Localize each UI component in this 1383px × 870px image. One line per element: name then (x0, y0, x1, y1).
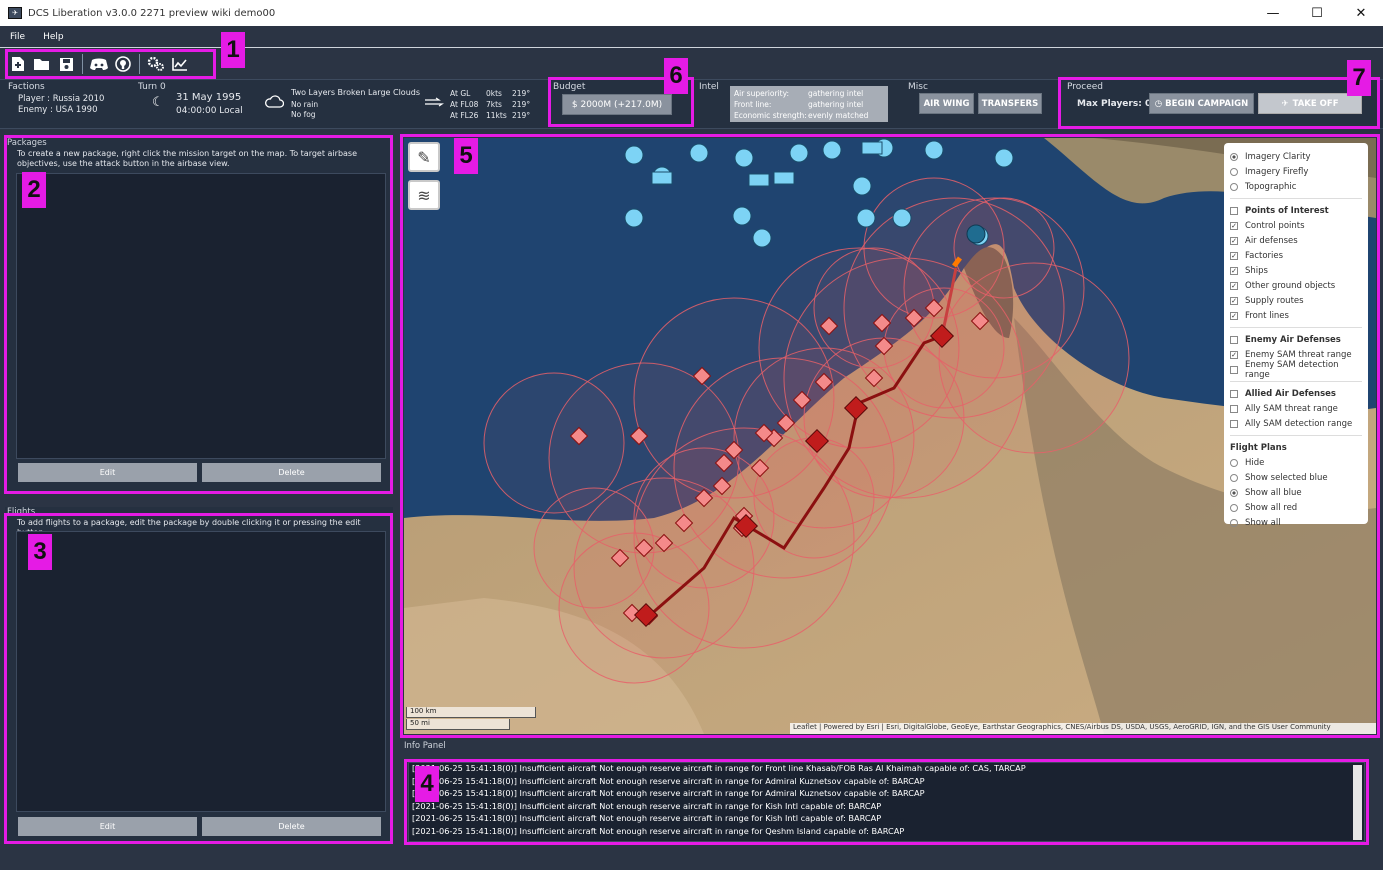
window-controls: — ☐ ✕ (1251, 0, 1383, 26)
moon-icon: ☾ (152, 95, 164, 110)
title-bar: ✈ DCS Liberation v3.0.0 2271 preview wik… (0, 0, 1383, 26)
wind-row: At GL 0kts 219° (450, 89, 531, 98)
annotation-box-7 (1058, 77, 1380, 129)
annotation-number-5: 5 (454, 138, 478, 174)
enemy-faction: Enemy : USA 1990 (18, 105, 98, 115)
weather-rain: No rain (291, 100, 319, 109)
annotation-number-7: 7 (1347, 60, 1371, 96)
info-panel-title: Info Panel (404, 741, 446, 751)
annotation-box-2 (4, 135, 393, 494)
annotation-number-2: 2 (22, 172, 46, 208)
maximize-icon[interactable]: ☐ (1295, 0, 1339, 26)
annotation-box-1 (5, 49, 216, 79)
turn-title: Turn 0 (138, 82, 166, 92)
wind-icon (424, 97, 444, 110)
annotation-number-6: 6 (664, 58, 688, 94)
intel-row: Front line: gathering intel (734, 100, 864, 109)
menu-help[interactable]: Help (43, 32, 64, 42)
annotation-number-4: 4 (415, 766, 439, 802)
menu-bar: File Help (0, 26, 1383, 48)
misc-title: Misc (908, 82, 928, 92)
wind-row: At FL08 7kts 219° (450, 100, 531, 109)
minimize-icon[interactable]: — (1251, 0, 1295, 26)
weather-clouds: Two Layers Broken Large Clouds (291, 88, 421, 97)
menu-file[interactable]: File (10, 32, 25, 42)
turn-date: 31 May 1995 (176, 92, 242, 103)
transfers-button[interactable]: TRANSFERS (978, 93, 1042, 114)
cloud-icon (264, 95, 285, 111)
intel-row: Air superiority: gathering intel (734, 89, 864, 98)
intel-title: Intel (699, 82, 719, 92)
player-faction: Player : Russia 2010 (18, 94, 105, 104)
factions-title: Factions (8, 82, 45, 92)
annotation-box-3 (4, 513, 393, 844)
annotation-box-4 (404, 759, 1369, 845)
weather-fog: No fog (291, 110, 316, 119)
turn-time: 04:00:00 Local (176, 106, 243, 116)
app-icon: ✈ (8, 7, 22, 19)
wind-table: At GL 0kts 219° At FL08 7kts 219° At FL26 11k… (450, 88, 530, 121)
annotation-number-1: 1 (221, 32, 245, 68)
window-title: DCS Liberation v3.0.0 2271 preview wiki … (28, 7, 276, 19)
intel-row: Economic strength: evenly matched (734, 111, 869, 120)
air-wing-button[interactable]: AIR WING (919, 93, 974, 114)
annotation-number-3: 3 (28, 534, 52, 570)
wind-row: At FL26 11kts 219° (450, 111, 531, 120)
intel-summary[interactable]: Air superiority: gathering intel Front li… (730, 86, 888, 122)
annotation-box-5 (400, 134, 1380, 738)
close-icon[interactable]: ✕ (1339, 0, 1383, 26)
